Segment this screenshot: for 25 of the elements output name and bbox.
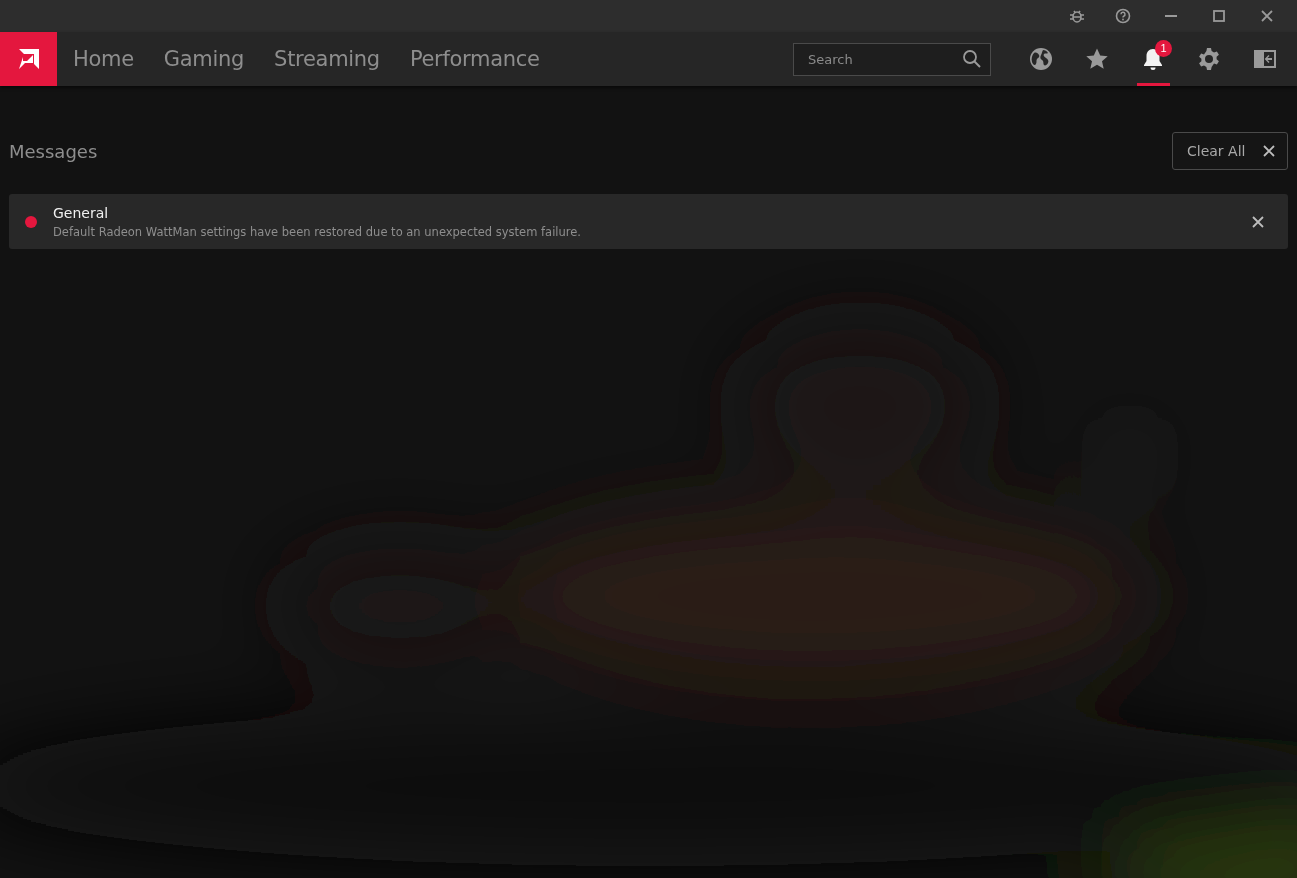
- maximize-icon: [1211, 8, 1227, 24]
- message-category: General: [53, 204, 110, 221]
- help-icon: [1115, 8, 1131, 24]
- close-icon: [1259, 8, 1275, 24]
- close-icon: [1252, 215, 1264, 228]
- message-text: Default Radeon WattMan settings have been restored due to an unexpected system failure.: [53, 224, 583, 239]
- bell-button[interactable]: 1: [1125, 32, 1181, 86]
- nav-tab[interactable]: Gaming: [153, 47, 255, 71]
- clear-all-button[interactable]: Clear All: [1172, 132, 1288, 170]
- star-icon: [1085, 47, 1109, 71]
- logo[interactable]: [0, 32, 57, 86]
- nav-tab[interactable]: Home: [63, 47, 144, 71]
- search-field[interactable]: Search: [793, 42, 991, 76]
- minimize-icon: [1165, 15, 1177, 17]
- globe-icon: [1029, 47, 1053, 71]
- nav-tab[interactable]: Streaming: [264, 47, 390, 71]
- selected-indicator: [1137, 83, 1170, 86]
- close-icon: [1263, 145, 1275, 157]
- bug-icon: [1069, 8, 1085, 24]
- notification-badge: 1: [1155, 40, 1172, 57]
- search-icon: [962, 48, 982, 69]
- section-title: Messages: [9, 140, 98, 162]
- settings-icon: [1197, 47, 1221, 71]
- panel-icon: [1253, 47, 1277, 71]
- nav-tab[interactable]: Performance: [399, 47, 550, 71]
